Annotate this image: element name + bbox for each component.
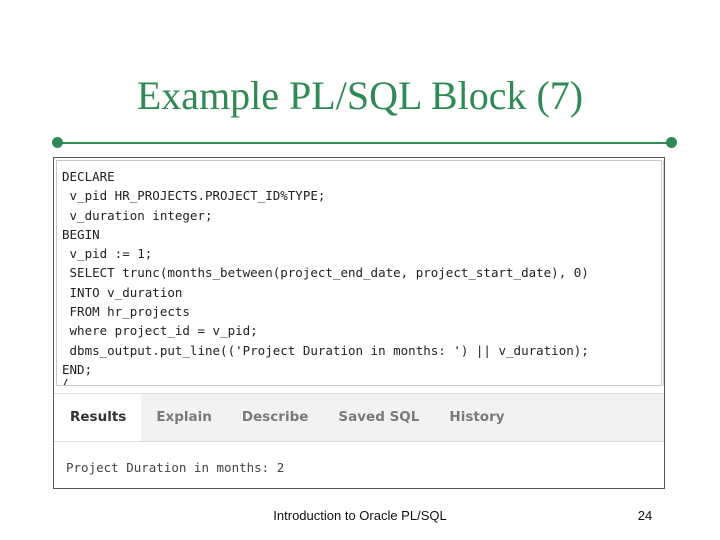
tab-history[interactable]: History xyxy=(434,394,519,441)
page-number: 24 xyxy=(637,508,653,523)
slide-title: Example PL/SQL Block (7) xyxy=(136,73,584,118)
code-line: v_pid HR_PROJECTS.PROJECT_ID%TYPE; xyxy=(62,188,326,204)
results-tab-bar: Results Explain Describe Saved SQL Histo… xyxy=(54,393,664,442)
title-divider xyxy=(58,142,672,144)
code-line: END; xyxy=(62,361,93,377)
code-line: DECLARE xyxy=(62,169,115,184)
tab-explain[interactable]: Explain xyxy=(141,394,227,441)
code-editor[interactable]: DECLARE v_pid HR_PROJECTS.PROJECT_ID%TYP… xyxy=(56,160,662,386)
code-line: SELECT trunc(months_between(project_end_… xyxy=(62,265,589,281)
tab-saved-sql[interactable]: Saved SQL xyxy=(323,394,434,441)
tab-describe[interactable]: Describe xyxy=(227,394,324,441)
slide-footer: Introduction to Oracle PL/SQL xyxy=(273,508,447,523)
code-line: dbms_output.put_line(('Project Duration … xyxy=(62,342,589,358)
editor-scroll-edge xyxy=(663,160,664,386)
code-line: FROM hr_projects xyxy=(62,304,190,320)
code-line: v_duration integer; xyxy=(62,207,213,223)
rule-right-dot xyxy=(666,137,677,148)
sql-workshop-screenshot: DECLARE v_pid HR_PROJECTS.PROJECT_ID%TYP… xyxy=(53,157,665,489)
tab-results[interactable]: Results xyxy=(54,394,142,441)
code-line: v_pid := 1; xyxy=(62,246,153,262)
code-line: INTO v_duration xyxy=(62,284,183,300)
code-line: / xyxy=(57,379,661,385)
results-output: Project Duration in months: 2 xyxy=(66,460,285,475)
code-line: BEGIN xyxy=(62,226,100,242)
code-line: where project_id = v_pid; xyxy=(62,323,258,339)
